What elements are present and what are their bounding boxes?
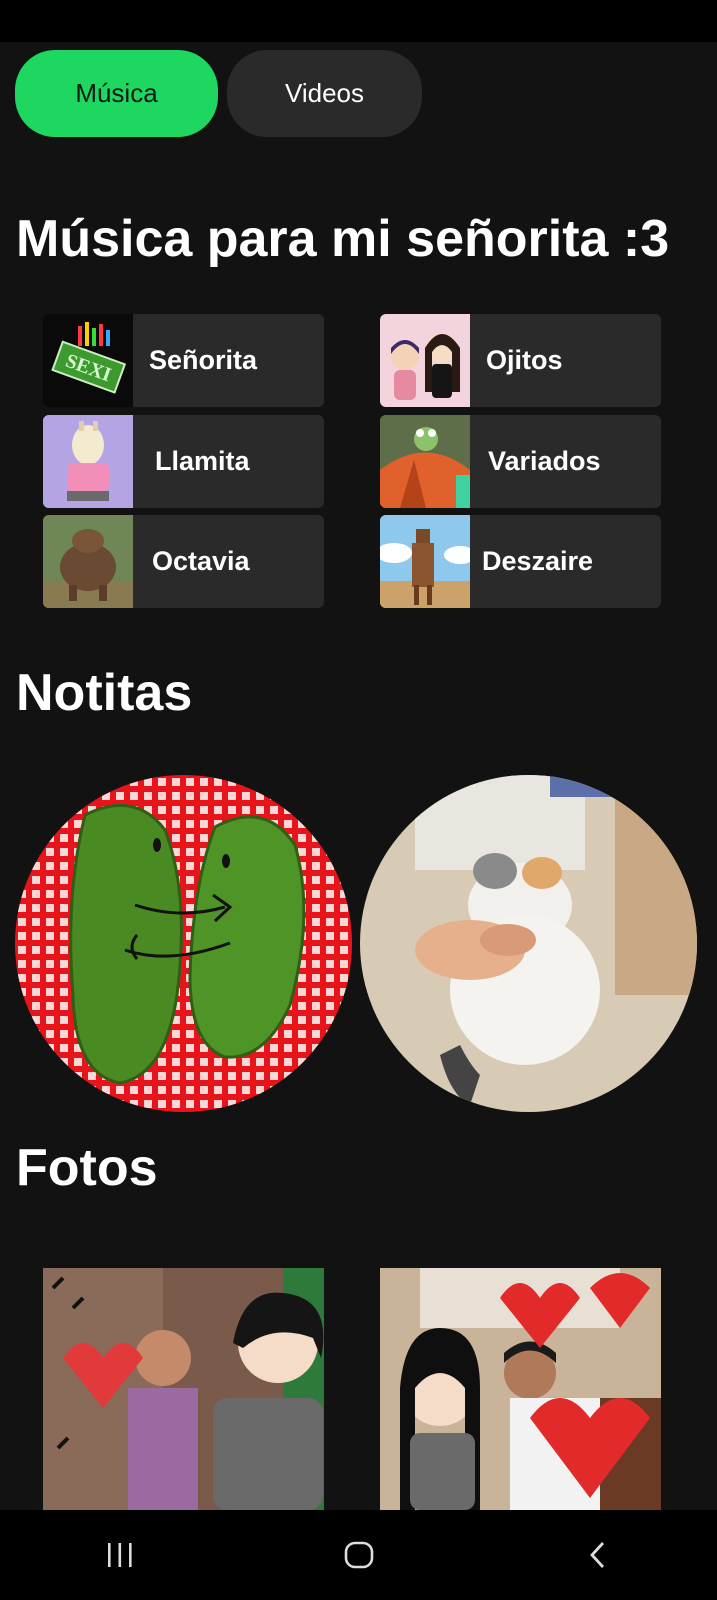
playlist-variados-cover: [380, 415, 470, 508]
playlist-llamita-cover: [43, 415, 133, 508]
playlist-ojitos[interactable]: Ojitos: [380, 314, 661, 407]
playlist-octavia-cover: [43, 515, 133, 608]
photo-item-1[interactable]: [43, 1268, 324, 1510]
playlist-ojitos-cover: [380, 314, 470, 407]
tab-videos[interactable]: Videos: [227, 50, 422, 137]
playlist-variados[interactable]: Variados: [380, 415, 661, 508]
navigation-bar: [0, 1510, 717, 1600]
tab-musica-label: Música: [75, 78, 158, 108]
playlist-label: Deszaire: [482, 546, 594, 576]
home-icon[interactable]: [319, 1525, 399, 1585]
playlist-label: Ojitos: [486, 345, 563, 375]
playlist-llamita[interactable]: Llamita: [43, 415, 324, 508]
back-icon[interactable]: [558, 1525, 638, 1585]
music-section-title: Música para mi señorita :3: [16, 210, 670, 268]
playlist-deszaire[interactable]: Deszaire: [380, 515, 661, 608]
playlist-senorita-cover: SEXI: [43, 314, 133, 407]
photos-section-title: Fotos: [16, 1139, 158, 1197]
notes-section-title: Notitas: [16, 664, 193, 722]
playlist-deszaire-cover: [380, 515, 470, 608]
tab-videos-label: Videos: [284, 78, 365, 108]
status-bar: [0, 0, 717, 42]
playlist-label: Variados: [488, 446, 601, 476]
playlist-label: Señorita: [149, 345, 258, 375]
photo-item-2[interactable]: [380, 1268, 661, 1510]
playlist-label: Octavia: [152, 546, 250, 576]
note-avocados[interactable]: [15, 775, 352, 1112]
recents-icon[interactable]: [80, 1525, 160, 1585]
playlist-octavia[interactable]: Octavia: [43, 515, 324, 608]
note-cat[interactable]: [360, 775, 697, 1112]
playlist-senorita[interactable]: SEXI Señorita: [43, 314, 324, 407]
playlist-label: Llamita: [155, 446, 250, 476]
tab-musica[interactable]: Música: [15, 50, 218, 137]
